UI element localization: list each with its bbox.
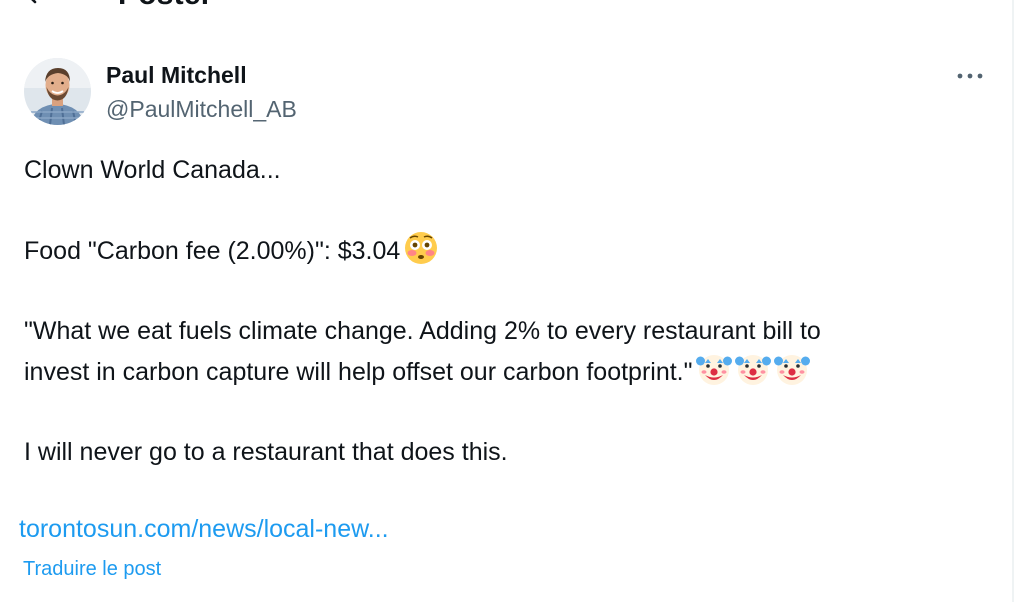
- tweet-line: I will never go to a restaurant that doe…: [24, 432, 994, 472]
- tweet-line-text: invest in carbon capture will help offse…: [24, 358, 693, 386]
- tweet-text: Clown World Canada... Food "Carbon fee (…: [24, 150, 994, 472]
- tweet-line-text: I will never go to a restaurant that doe…: [24, 438, 508, 466]
- clown-face-icon: [695, 351, 732, 387]
- author-name[interactable]: Paul Mitchell: [106, 61, 247, 89]
- back-arrow-icon[interactable]: [24, 0, 50, 4]
- tweet-line: Food "Carbon fee (2.00%)": $3.04: [24, 230, 994, 271]
- article-link[interactable]: torontosun.com/news/local-new...: [19, 511, 389, 547]
- page-title: Poster: [118, 0, 213, 12]
- tweet-line-text: Food "Carbon fee (2.00%)": $3.04: [24, 237, 401, 265]
- tweet-line: Clown World Canada...: [24, 150, 994, 190]
- tweet-line-text: "What we eat fuels climate change. Addin…: [24, 317, 821, 345]
- post-page: Poster Paul Mitchell @PaulMitchell_AB: [0, 0, 1014, 602]
- tweet-line: "What we eat fuels climate change. Addin…: [24, 311, 994, 392]
- flushed-face-icon: [403, 230, 439, 266]
- avatar[interactable]: [24, 58, 91, 125]
- clown-face-icon: [773, 351, 810, 387]
- top-bar: Poster: [0, 0, 1014, 12]
- translate-post-link[interactable]: Traduire le post: [23, 556, 161, 582]
- tweet-line-text: Clown World Canada...: [24, 156, 281, 184]
- author-handle[interactable]: @PaulMitchell_AB: [106, 95, 297, 123]
- more-dots-icon[interactable]: [953, 64, 987, 88]
- clown-face-icon: [734, 351, 771, 387]
